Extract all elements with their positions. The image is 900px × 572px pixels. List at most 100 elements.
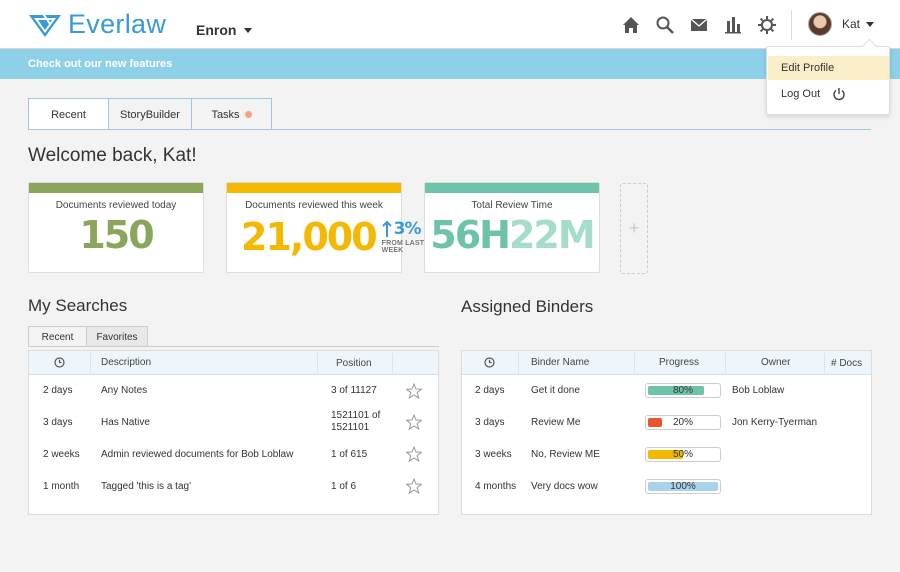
card-accent-bar xyxy=(425,183,599,193)
header-description[interactable]: Description xyxy=(101,357,151,368)
power-icon xyxy=(833,88,845,101)
add-stat-card-button[interactable]: + xyxy=(620,183,648,274)
search-position-line1: 1521101 of xyxy=(331,410,381,421)
binder-name[interactable]: No, Review ME xyxy=(531,449,600,461)
search-description[interactable]: Tagged 'this is a tag' xyxy=(101,481,191,493)
stat-change: 3% xyxy=(393,219,422,239)
card-accent-bar xyxy=(227,183,401,193)
user-menu[interactable]: Kat xyxy=(808,12,875,36)
user-dropdown-menu: Edit Profile Log Out xyxy=(766,46,890,115)
clock-icon[interactable] xyxy=(54,357,65,368)
header-binder-name[interactable]: Binder Name xyxy=(531,357,589,368)
search-time: 2 days xyxy=(43,385,73,396)
star-icon[interactable] xyxy=(406,478,422,494)
binders-table: Binder Name Progress Owner # Docs 2 days… xyxy=(461,350,872,515)
header-divider xyxy=(791,10,792,40)
search-icon[interactable] xyxy=(648,12,682,38)
app-name: Everlaw xyxy=(68,9,167,39)
tab-favorites[interactable]: Favorites xyxy=(87,326,148,347)
tab-recent-searches[interactable]: Recent xyxy=(28,326,87,347)
binder-name[interactable]: Get it done xyxy=(531,385,580,397)
column-divider xyxy=(90,353,91,373)
search-time: 1 month xyxy=(43,481,80,492)
stat-card-review-time: Total Review Time 56H22M xyxy=(424,182,600,273)
search-description[interactable]: Any Notes xyxy=(101,385,147,397)
bar-chart-icon[interactable] xyxy=(716,12,750,38)
table-header: Description Position xyxy=(29,351,438,375)
tab-label: Recent xyxy=(41,331,74,343)
header-nav xyxy=(614,12,784,38)
searches-table: Description Position 2 days Any Notes 3 … xyxy=(28,350,439,515)
progress-label: 50% xyxy=(672,449,693,460)
project-selector[interactable]: Enron xyxy=(196,22,253,38)
stat-value-minutes: 22M xyxy=(508,213,596,257)
progress-bar: 100% xyxy=(645,479,721,494)
progress-bar: 80% xyxy=(645,383,721,398)
binder-time: 3 days xyxy=(475,417,505,428)
stat-value: 21,000 xyxy=(241,215,378,259)
search-time: 2 weeks xyxy=(43,449,80,460)
binder-owner: Bob Loblaw xyxy=(732,385,785,396)
header-position[interactable]: Position xyxy=(336,358,372,369)
binder-owner: Jon Kerry-Tyerman xyxy=(732,417,818,428)
chevron-down-icon xyxy=(244,27,253,33)
home-icon[interactable] xyxy=(614,12,648,38)
searches-tabs: Recent Favorites xyxy=(28,326,148,347)
tab-storybuilder[interactable]: StoryBuilder xyxy=(109,98,192,130)
progress-label: 20% xyxy=(672,417,693,428)
column-divider xyxy=(824,353,825,373)
binder-name[interactable]: Review Me xyxy=(531,417,580,429)
log-out-menu-item[interactable]: Log Out xyxy=(768,82,889,106)
search-time: 3 days xyxy=(43,417,73,428)
progress-label: 100% xyxy=(670,481,696,492)
header-progress[interactable]: Progress xyxy=(659,357,699,368)
search-position: 1 of 615 xyxy=(331,449,368,460)
settings-gear-icon[interactable] xyxy=(750,12,784,38)
stat-card-reviewed-week: Documents reviewed this week 21,000 3% F… xyxy=(226,182,424,273)
clock-icon[interactable] xyxy=(484,357,495,368)
user-name: Kat xyxy=(842,17,861,31)
edit-profile-menu-item[interactable]: Edit Profile xyxy=(768,56,889,80)
arrow-up-icon xyxy=(381,220,392,237)
tab-label: Favorites xyxy=(96,331,138,343)
binder-time: 4 months xyxy=(475,481,517,492)
main-tabs: Recent StoryBuilder Tasks xyxy=(28,98,272,130)
header-docs[interactable]: # Docs xyxy=(831,358,862,369)
star-icon[interactable] xyxy=(406,414,422,430)
chevron-down-icon xyxy=(866,21,875,27)
star-icon[interactable] xyxy=(406,383,422,399)
search-description[interactable]: Admin reviewed documents for Bob Loblaw xyxy=(101,449,293,461)
top-header: Everlaw Enron Kat xyxy=(0,0,900,49)
card-accent-bar xyxy=(29,183,203,193)
header-owner[interactable]: Owner xyxy=(761,357,790,368)
stat-label: Documents reviewed today xyxy=(55,200,177,211)
binder-time: 2 days xyxy=(475,385,505,396)
mail-icon[interactable] xyxy=(682,12,716,38)
progress-bar: 20% xyxy=(645,415,721,430)
column-divider xyxy=(725,353,726,373)
welcome-heading: Welcome back, Kat! xyxy=(28,145,197,166)
tab-tasks-label: Tasks xyxy=(211,108,240,121)
star-icon[interactable] xyxy=(406,446,422,462)
feature-banner: Check out our new features xyxy=(0,49,900,79)
progress-bar: 50% xyxy=(645,447,721,462)
search-position: 1 of 6 xyxy=(331,481,357,492)
tab-recent-label: Recent xyxy=(51,108,86,121)
progress-label: 80% xyxy=(672,385,693,396)
column-divider xyxy=(518,353,519,373)
everlaw-logo-icon xyxy=(29,10,61,37)
tab-storybuilder-label: StoryBuilder xyxy=(120,108,180,121)
log-out-label: Log Out xyxy=(781,88,821,100)
binder-time: 3 weeks xyxy=(475,449,512,460)
stat-label: Total Review Time xyxy=(471,200,553,211)
tab-recent[interactable]: Recent xyxy=(28,98,109,130)
tab-tasks[interactable]: Tasks xyxy=(192,98,272,130)
tabs-underline xyxy=(28,129,871,130)
new-features-link[interactable]: Check out our new features xyxy=(28,58,172,70)
table-header: Binder Name Progress Owner # Docs xyxy=(462,351,871,375)
stat-label: Documents reviewed this week xyxy=(245,200,383,211)
everlaw-logo[interactable]: Everlaw xyxy=(28,9,166,40)
project-name: Enron xyxy=(196,22,237,38)
binder-name[interactable]: Very docs wow xyxy=(531,481,598,493)
search-description[interactable]: Has Native xyxy=(101,417,150,429)
